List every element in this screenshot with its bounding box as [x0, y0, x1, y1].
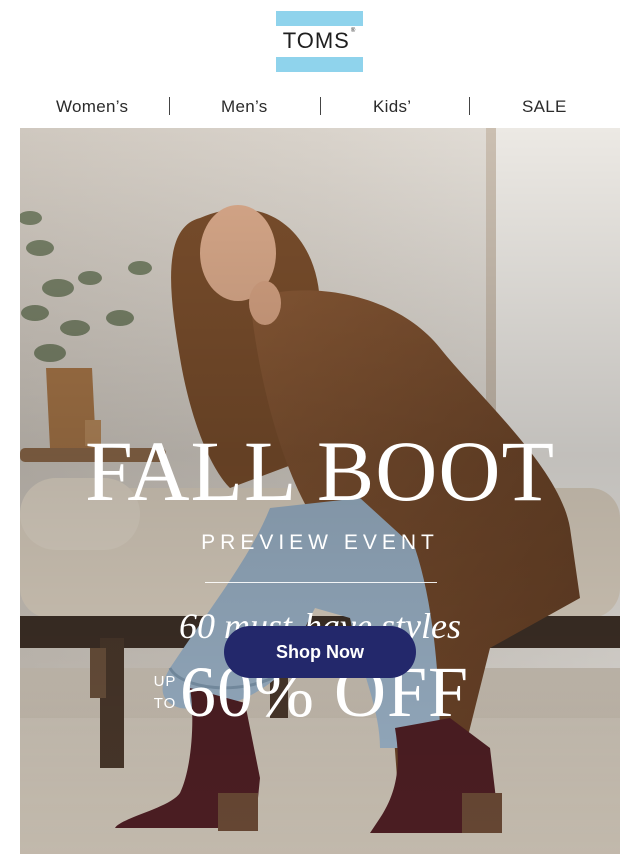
nav-item-mens[interactable]: Men’s [221, 97, 268, 117]
nav-divider [169, 97, 170, 115]
hero-banner[interactable]: FALL BOOT PREVIEW EVENT 60 must-have sty… [20, 128, 620, 854]
nav-item-kids[interactable]: Kids’ [373, 97, 411, 117]
hero-subtitle: PREVIEW EVENT [201, 531, 439, 554]
nav-item-womens[interactable]: Women’s [56, 97, 128, 117]
logo-top-band [276, 11, 363, 26]
toms-logo[interactable]: TOMS® [276, 11, 363, 72]
hero-up-to-line1: UP [153, 673, 177, 690]
hero-up-to-line2: TO [153, 695, 177, 712]
nav-item-sale[interactable]: SALE [522, 97, 567, 117]
hero-title: FALL BOOT [84, 423, 556, 519]
logo-registered-mark: ® [350, 28, 357, 34]
logo-text-wrap: TOMS® [276, 28, 363, 54]
hero-divider [205, 582, 437, 583]
logo-bottom-band [276, 57, 363, 72]
main-nav: Women’s Men’s Kids’ SALE [0, 95, 640, 121]
logo-text: TOMS [282, 28, 350, 53]
nav-divider [320, 97, 321, 115]
shop-now-button[interactable]: Shop Now [224, 626, 416, 678]
hero-up-to: UP TO [145, 671, 185, 715]
nav-divider [469, 97, 470, 115]
